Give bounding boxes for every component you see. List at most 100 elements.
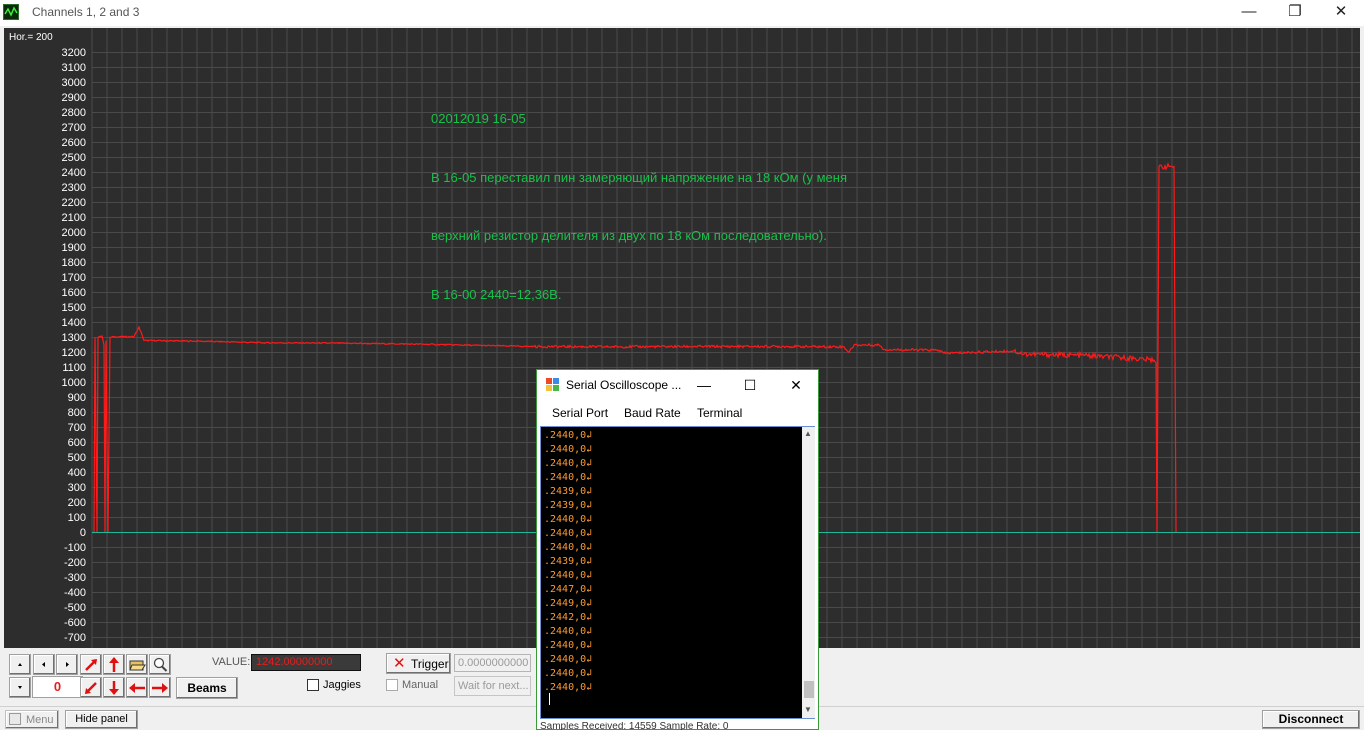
y-tick-label: 600 (67, 436, 86, 449)
y-tick-label: 1000 (61, 376, 86, 389)
y-tick-label: 2600 (61, 136, 86, 149)
y-tick-label: -700 (63, 631, 86, 644)
y-tick-label: 1100 (62, 361, 86, 374)
y-tick-label: -200 (63, 556, 86, 569)
menu-button[interactable]: Menu (5, 710, 59, 729)
y-tick-label: 2100 (61, 211, 86, 224)
wait-for-next-button[interactable]: Wait for next... (454, 676, 531, 696)
hide-panel-button[interactable]: Hide panel (65, 710, 138, 729)
diagonal-down-arrow-icon[interactable] (80, 677, 102, 698)
menu-serial-port[interactable]: Serial Port (552, 406, 608, 420)
y-tick-label: 500 (67, 451, 86, 464)
cross-icon: ✕ (393, 655, 406, 672)
menu-terminal[interactable]: Terminal (697, 406, 742, 420)
scroll-up-arrow-icon[interactable]: ▲ (804, 429, 812, 438)
open-folder-icon[interactable] (126, 654, 148, 675)
scroll-right-button[interactable] (56, 654, 78, 675)
trigger-label: Trigger (411, 657, 449, 671)
scroll-down-arrow-icon[interactable]: ▼ (804, 705, 812, 714)
dialog-titlebar: Serial Oscilloscope ... — ☐ ✕ (537, 370, 818, 400)
y-tick-label: 0 (79, 526, 86, 539)
terminal-line: .2440,0↲ (544, 542, 593, 553)
y-tick-label: 1200 (61, 346, 86, 359)
terminal-line: .2440,0↲ (544, 654, 593, 665)
up-arrow-icon[interactable] (103, 654, 125, 675)
terminal-line: .2449,0↲ (544, 598, 593, 609)
y-tick-label: 3200 (61, 46, 86, 59)
manual-checkbox[interactable] (386, 679, 398, 691)
application-window-icon (546, 378, 559, 391)
y-tick-label: 200 (67, 496, 86, 509)
dialog-menubar: Serial Port Baud Rate Terminal (537, 400, 818, 426)
scroll-up-button[interactable] (9, 654, 31, 675)
dialog-minimize-button[interactable]: — (681, 373, 727, 397)
terminal-line: .2440,0↲ (544, 640, 593, 651)
menu-baud-rate[interactable]: Baud Rate (624, 406, 681, 420)
jaggies-checkbox[interactable] (307, 679, 319, 691)
y-tick-label: 3000 (61, 76, 86, 89)
scroll-down-button[interactable] (9, 677, 31, 698)
terminal-line: .2440,0↲ (544, 528, 593, 539)
terminal-lines: .2440,0↲ .2440,0↲ .2440,0↲ .2440,0↲ .2439,0↲… (544, 429, 592, 695)
terminal-line: .2440,0↲ (544, 444, 593, 455)
annotation-line: 02012019 16-05 (431, 111, 526, 126)
y-tick-label: 1900 (61, 241, 86, 254)
value-display: 1242.00000000 (251, 654, 361, 671)
right-arrow-icon[interactable] (149, 677, 171, 698)
y-tick-label: 2400 (61, 166, 86, 179)
terminal-line: .2439,0↲ (544, 500, 593, 511)
terminal-line: .2439,0↲ (544, 556, 593, 567)
y-tick-label: 1800 (61, 256, 86, 269)
y-tick-label: 100 (67, 511, 86, 524)
y-tick-label: 2200 (61, 196, 86, 209)
trigger-value-field[interactable]: 0.0000000000 (454, 654, 531, 672)
y-tick-label: 1400 (61, 316, 86, 329)
terminal-output[interactable]: .2440,0↲ .2440,0↲ .2440,0↲ .2440,0↲ .2439,0↲… (540, 426, 815, 719)
manual-label: Manual (402, 679, 439, 691)
terminal-line: .2440,0↲ (544, 514, 593, 525)
zoom-icon[interactable] (149, 654, 171, 675)
y-tick-label: -300 (63, 571, 86, 584)
y-tick-label: 2800 (61, 106, 86, 119)
terminal-line: .2440,0↲ (544, 682, 593, 693)
terminal-line: .2440,0↲ (544, 430, 593, 441)
minimize-button[interactable]: — (1226, 0, 1272, 26)
dialog-close-button[interactable]: ✕ (773, 373, 819, 397)
trigger-button[interactable]: ✕ Trigger (386, 653, 451, 674)
annotation-line: верхний резистор делителя из двух по 18 … (431, 228, 827, 243)
beams-button[interactable]: Beams (176, 677, 238, 699)
y-tick-label: 1700 (61, 271, 86, 284)
diagonal-up-arrow-icon[interactable] (80, 654, 102, 675)
y-tick-label: 1300 (61, 331, 86, 344)
restore-button[interactable]: ❐ (1272, 0, 1318, 26)
scrollbar-thumb[interactable] (804, 681, 814, 698)
close-button[interactable]: ✕ (1318, 0, 1364, 26)
terminal-line: .2447,0↲ (544, 584, 593, 595)
serial-oscilloscope-dialog: Serial Oscilloscope ... — ☐ ✕ Serial Por… (536, 369, 819, 730)
down-arrow-icon[interactable] (103, 677, 125, 698)
window-title: Channels 1, 2 and 3 (32, 5, 140, 19)
y-tick-label: 1600 (61, 286, 86, 299)
disconnect-button[interactable]: Disconnect (1262, 710, 1360, 729)
y-tick-label: 2500 (61, 151, 86, 164)
terminal-line: .2442,0↲ (544, 612, 593, 623)
scroll-left-button[interactable] (33, 654, 55, 675)
terminal-line: .2440,0↲ (544, 668, 593, 679)
terminal-line: .2440,0↲ (544, 626, 593, 637)
dialog-maximize-button[interactable]: ☐ (727, 373, 773, 397)
y-tick-label: 300 (67, 481, 86, 494)
plot-annotation: 02012019 16-05 В 16-05 переставил пин за… (431, 70, 847, 343)
terminal-line: .2440,0↲ (544, 570, 593, 581)
value-label: VALUE: (212, 656, 251, 668)
menu-button-label: Menu (26, 714, 54, 726)
terminal-scrollbar[interactable]: ▲ ▼ (802, 427, 815, 718)
terminal-line: .2439,0↲ (544, 486, 593, 497)
y-tick-label: 400 (67, 466, 86, 479)
channel-counter[interactable]: 0 (32, 676, 83, 698)
y-tick-label: 2300 (61, 181, 86, 194)
left-arrow-icon[interactable] (126, 677, 148, 698)
y-tick-label: 1500 (61, 301, 86, 314)
y-tick-label: 2700 (61, 121, 86, 134)
terminal-line: .2440,0↲ (544, 472, 593, 483)
dialog-title: Serial Oscilloscope ... (566, 378, 682, 392)
